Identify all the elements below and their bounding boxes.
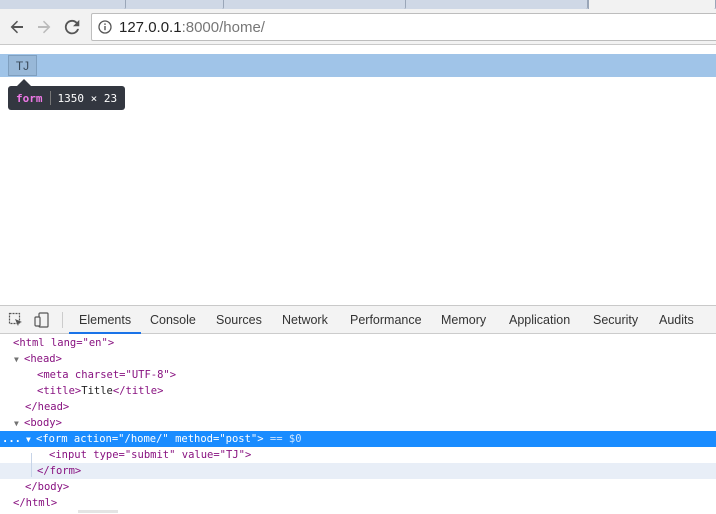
submit-button[interactable]: TJ <box>8 55 37 76</box>
tab-application[interactable]: Application <box>509 306 570 334</box>
dom-tag: <title> <box>37 385 82 397</box>
tooltip-tag: form <box>16 91 43 105</box>
dom-tag: </html> <box>13 497 58 509</box>
dom-tag: <html lang="en"> <box>13 337 115 349</box>
inspect-element-icon[interactable] <box>8 312 24 328</box>
back-button[interactable] <box>6 16 28 38</box>
tab-security[interactable]: Security <box>593 306 638 334</box>
tab-memory[interactable]: Memory <box>441 306 486 334</box>
url-text[interactable]: 127.0.0.1:8000/home/ <box>119 19 265 36</box>
browser-tab[interactable] <box>406 0 588 9</box>
forward-button[interactable] <box>33 16 55 38</box>
tab-console[interactable]: Console <box>150 306 196 334</box>
dom-tag: <form action="/home/" method="post"> <box>36 433 264 445</box>
tooltip-arrow <box>17 79 31 86</box>
dom-node-html[interactable]: <html lang="en"> <box>0 335 716 351</box>
node-actions-icon[interactable]: ... <box>2 431 21 447</box>
dom-node-meta[interactable]: <meta charset="UTF-8"> <box>0 367 716 383</box>
reload-button[interactable] <box>61 16 83 38</box>
address-bar[interactable]: 127.0.0.1:8000/home/ <box>91 13 716 41</box>
dom-node-body-close[interactable]: </body> <box>0 479 716 495</box>
tab-network[interactable]: Network <box>282 306 328 334</box>
info-icon[interactable] <box>98 20 112 34</box>
dom-node-head-close[interactable]: </head> <box>0 399 716 415</box>
url-path: :8000/home/ <box>181 19 265 36</box>
dom-tag: </title> <box>112 385 164 397</box>
expand-triangle-icon[interactable]: ▼ <box>14 416 24 432</box>
tab-performance[interactable]: Performance <box>350 306 422 334</box>
browser-tab[interactable] <box>126 0 224 9</box>
dom-tag: </form> <box>37 465 82 477</box>
tab-sources[interactable]: Sources <box>216 306 262 334</box>
dom-node-form-close[interactable]: </form> <box>0 463 716 479</box>
devtools-toolbar: Elements Console Sources Network Perform… <box>0 306 716 334</box>
inspect-tooltip: form 1350 × 23 <box>8 86 126 110</box>
dom-node-form-selected[interactable]: ... ▼ <form action="/home/" method="post"… <box>0 431 716 447</box>
dom-tag: </body> <box>25 481 70 493</box>
dom-indent-guide <box>31 453 32 477</box>
tooltip-divider <box>49 91 51 105</box>
tooltip-size: 1350 × 23 <box>57 91 118 105</box>
tab-audits[interactable]: Audits <box>659 306 694 334</box>
toolbar-divider <box>62 312 63 328</box>
tab-strip <box>0 0 716 9</box>
expand-triangle-icon[interactable]: ▼ <box>26 432 36 448</box>
dom-tag: <body> <box>24 417 62 429</box>
dom-tag: <head> <box>24 353 62 365</box>
url-host: 127.0.0.1 <box>119 19 182 36</box>
dom-tree: <html lang="en"> ▼ <head> <meta charset="… <box>0 335 716 514</box>
devtools-panel: Elements Console Sources Network Perform… <box>0 305 716 513</box>
reload-icon <box>64 19 80 35</box>
dom-node-head[interactable]: ▼ <head> <box>0 351 716 367</box>
expand-triangle-icon[interactable]: ▼ <box>14 352 24 368</box>
dom-tag: <input type="submit" value="TJ"> <box>49 449 252 461</box>
back-arrow-icon <box>10 20 23 34</box>
dom-tag: <meta charset="UTF-8"> <box>37 369 177 381</box>
form-highlight-overlay <box>0 54 716 77</box>
browser-toolbar: 127.0.0.1:8000/home/ <box>0 9 716 45</box>
device-toolbar-icon[interactable] <box>34 312 50 328</box>
dom-node-body[interactable]: ▼ <body> <box>0 415 716 431</box>
browser-tab-active[interactable] <box>588 0 716 9</box>
console-ref: == $0 <box>269 433 302 445</box>
dom-node-input[interactable]: <input type="submit" value="TJ"> <box>0 447 716 463</box>
dom-node-title[interactable]: <title>Title</title> <box>0 383 716 399</box>
dom-tag: </head> <box>25 401 70 413</box>
forward-arrow-icon <box>38 20 51 34</box>
browser-tab[interactable] <box>0 0 126 9</box>
dom-node-html-close[interactable]: </html> <box>0 495 716 511</box>
tab-elements[interactable]: Elements <box>68 306 142 334</box>
dom-text: Title <box>81 385 113 397</box>
browser-tab[interactable] <box>224 0 406 9</box>
